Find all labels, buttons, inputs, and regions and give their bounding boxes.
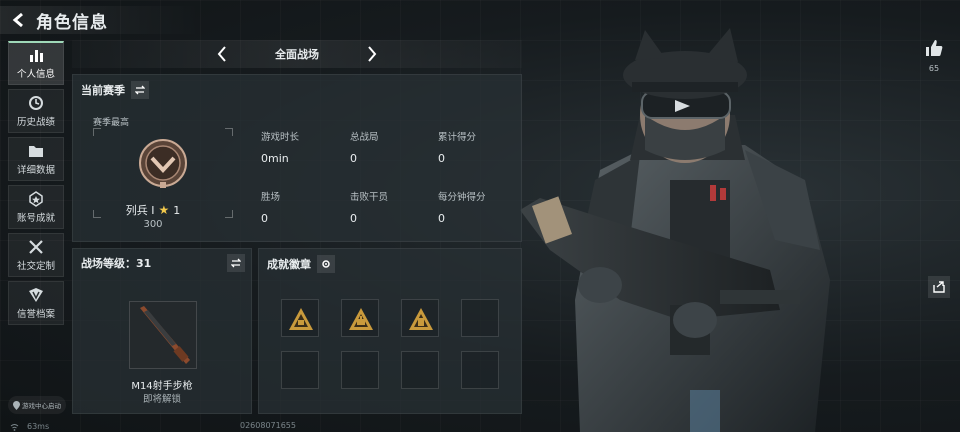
current-season-panel: 当前赛季 赛季最高 列兵 I ★ 1 300 游戏时长 0min 总战局 0 累…	[72, 74, 522, 242]
sidebar-item-label: 信誉档案	[16, 308, 55, 320]
triangle-badge-icon	[289, 308, 313, 330]
game-center-launch[interactable]: 游戏中心启动	[8, 396, 66, 414]
like-button[interactable]: 65	[922, 38, 946, 73]
swap-arrows-icon	[135, 85, 145, 95]
history-clock-icon	[29, 95, 43, 110]
panel-header: 当前赛季	[81, 81, 149, 99]
star-icon: ★	[158, 203, 170, 217]
triangle-badge-icon	[349, 308, 373, 330]
user-id: 02608071655	[240, 421, 296, 430]
stat-value: 0	[438, 212, 445, 225]
stat-label: 胜场	[261, 192, 281, 203]
rank-name-row: 列兵 I ★ 1	[73, 202, 233, 218]
sidebar-item-label: 历史战绩	[16, 116, 55, 128]
status-bar: 63ms	[10, 421, 49, 432]
gear-icon	[322, 260, 330, 268]
rank-level: 1	[173, 203, 181, 217]
badge-slot-empty[interactable]	[341, 351, 379, 389]
panel-header: 成就徽章	[267, 255, 335, 273]
sidebar-item-personal-info[interactable]: 个人信息	[8, 41, 64, 85]
stat-label: 游戏时长	[261, 132, 300, 143]
battle-level-switch-button[interactable]	[227, 254, 245, 272]
sidebar-item-label: 社交定制	[16, 260, 55, 272]
tools-icon	[29, 239, 43, 254]
sidebar-item-label: 详细数据	[16, 164, 55, 176]
stat-value: 0min	[261, 152, 289, 165]
stat-operators-defeated: 击败干员 0	[350, 189, 388, 225]
stat-total-matches: 总战局 0	[350, 129, 379, 165]
stat-label: 总战局	[350, 132, 379, 143]
sidebar-item-social[interactable]: 社交定制	[8, 233, 64, 277]
stat-value: 0	[261, 212, 268, 225]
folder-icon	[29, 145, 43, 157]
stat-wins: 胜场 0	[261, 189, 280, 225]
badge-settings-button[interactable]	[317, 255, 335, 273]
panel-title: 成就徽章	[267, 258, 311, 271]
badge-slot-empty[interactable]	[401, 351, 439, 389]
wifi-icon	[10, 423, 19, 431]
stat-value: 0	[438, 152, 445, 165]
badge-slot[interactable]	[401, 299, 439, 337]
stat-value: 0	[350, 152, 357, 165]
panel-header: 战场等级：31	[81, 255, 151, 271]
page-title: 角色信息	[36, 12, 108, 33]
weapon-reward-slot[interactable]	[129, 301, 197, 369]
triangle-badge-icon	[409, 308, 433, 330]
back-button[interactable]	[8, 9, 30, 31]
share-icon	[933, 281, 945, 293]
back-arrow-icon	[12, 12, 23, 28]
stat-score-per-minute: 每分钟得分 0	[438, 189, 486, 225]
share-button[interactable]	[928, 276, 950, 298]
mode-next-button[interactable]	[362, 44, 382, 64]
location-pin-icon	[13, 400, 20, 410]
shield-badge-icon	[29, 287, 43, 302]
mode-prev-button[interactable]	[212, 44, 232, 64]
chevron-left-icon	[217, 46, 226, 62]
mode-selector: 全面战场	[72, 40, 522, 68]
badge-slot-empty[interactable]	[461, 351, 499, 389]
sidebar-item-achievements[interactable]: 账号成就	[8, 185, 64, 229]
swap-arrows-icon	[231, 258, 241, 268]
panel-title: 当前赛季	[81, 84, 125, 97]
badge-slot[interactable]	[341, 299, 379, 337]
sidebar-item-label: 个人信息	[16, 69, 55, 80]
thumbs-up-icon	[926, 40, 943, 56]
like-count: 65	[928, 64, 940, 73]
badge-slot[interactable]	[281, 299, 319, 337]
stat-play-time: 游戏时长 0min	[261, 129, 299, 165]
sidebar-item-detailed-data[interactable]: 详细数据	[8, 137, 64, 181]
header: 角色信息	[8, 8, 108, 33]
rank-points: 300	[143, 219, 163, 230]
sidebar-item-history[interactable]: 历史战绩	[8, 89, 64, 133]
badge-slot-empty[interactable]	[281, 351, 319, 389]
ping-value: 63ms	[27, 422, 50, 431]
sidebar-item-reputation[interactable]: 信誉档案	[8, 281, 64, 325]
stat-label: 每分钟得分	[438, 192, 486, 203]
season-switch-button[interactable]	[131, 81, 149, 99]
bar-chart-icon	[30, 50, 43, 62]
panel-title: 战场等级：31	[81, 257, 152, 270]
season-max-label: 赛季最高	[93, 118, 130, 128]
sidebar-item-label: 账号成就	[16, 212, 55, 224]
rifle-image	[140, 306, 190, 364]
weapon-name: M14射手步枪	[131, 381, 193, 392]
rank-emblem-icon	[139, 139, 187, 188]
battle-level-panel: 战场等级：31 M14射手步枪 即将解锁	[72, 248, 252, 414]
achievement-star-icon	[29, 190, 43, 207]
stat-total-score: 累计得分 0	[438, 129, 476, 165]
badge-slot-empty[interactable]	[461, 299, 499, 337]
weapon-unlock-status: 即将解锁	[142, 394, 181, 405]
operator-character-model	[520, 28, 830, 432]
stat-label: 累计得分	[438, 132, 477, 143]
chevron-right-icon	[368, 46, 377, 62]
game-center-label: 游戏中心启动	[22, 402, 61, 410]
stat-value: 0	[350, 212, 357, 225]
sidebar: 个人信息 历史战绩 详细数据 账号成就 社交定制 信誉档案	[8, 41, 64, 329]
rank-name: 列兵 I	[125, 204, 155, 217]
mode-label: 全面战场	[275, 48, 319, 61]
stat-label: 击败干员	[350, 192, 389, 203]
achievement-badges-panel: 成就徽章	[258, 248, 522, 414]
